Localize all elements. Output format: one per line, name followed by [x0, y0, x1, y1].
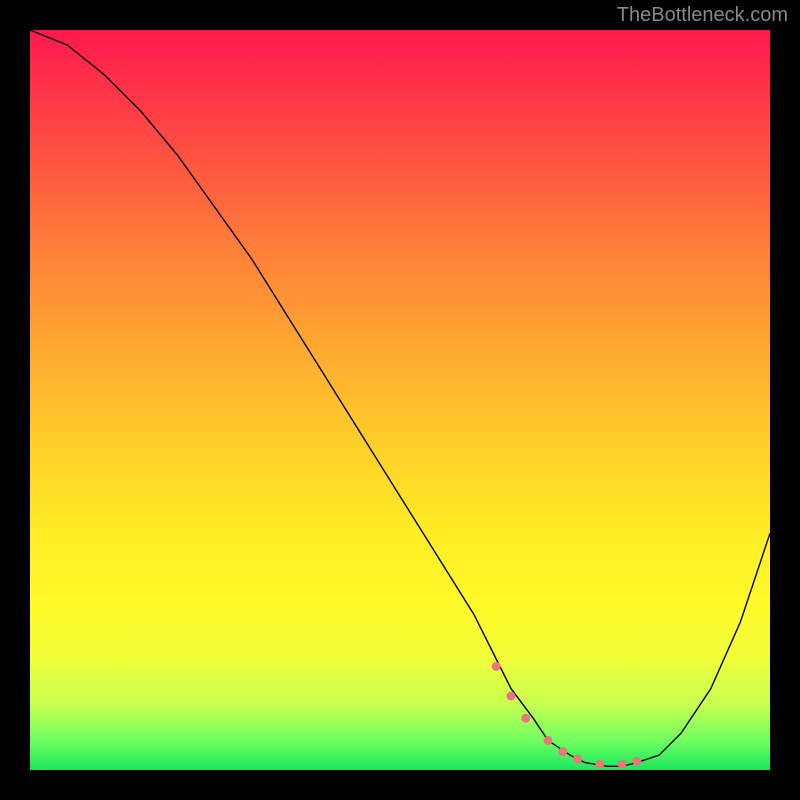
marker-point — [595, 760, 604, 769]
highlight-markers — [492, 662, 642, 769]
marker-point — [492, 662, 501, 671]
bottleneck-curve-line — [30, 30, 770, 766]
marker-point — [521, 714, 530, 723]
marker-point — [618, 760, 627, 769]
marker-point — [558, 747, 567, 756]
chart-svg — [30, 30, 770, 770]
marker-point — [632, 757, 641, 766]
marker-point — [573, 754, 582, 763]
plot-area — [30, 30, 770, 770]
marker-point — [507, 692, 516, 701]
chart-container: TheBottleneck.com — [0, 0, 800, 800]
marker-point — [544, 736, 553, 745]
watermark-text: TheBottleneck.com — [617, 4, 788, 27]
